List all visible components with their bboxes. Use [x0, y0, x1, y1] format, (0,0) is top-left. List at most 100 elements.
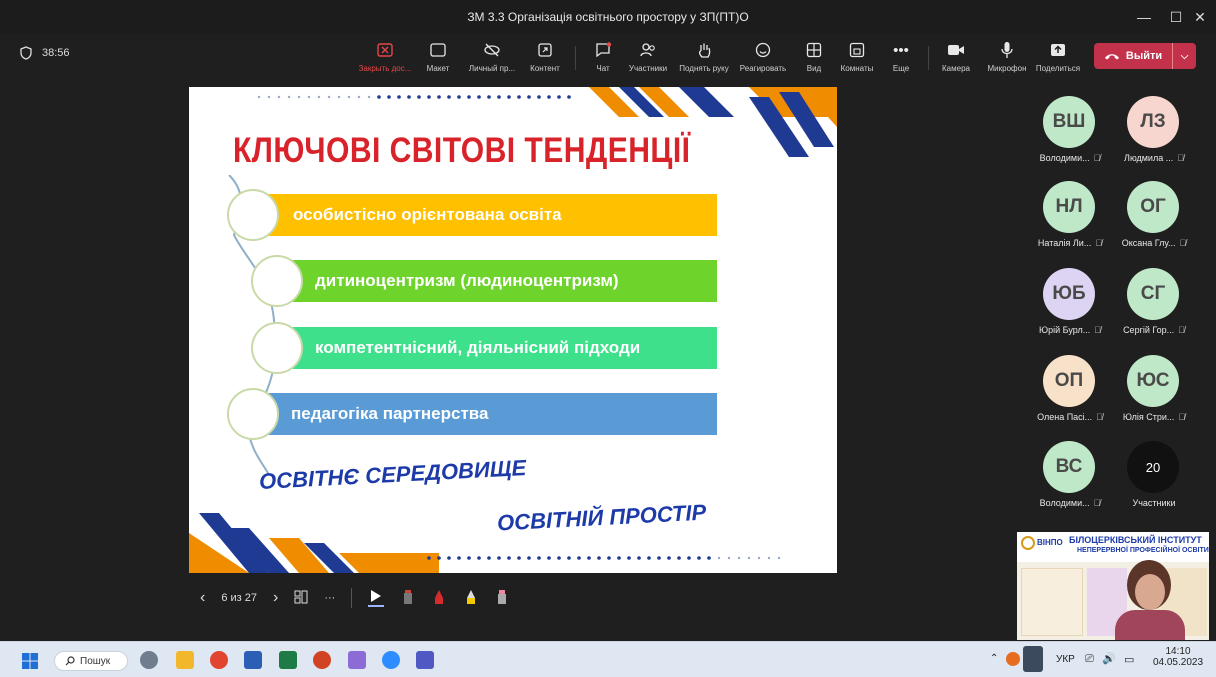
close-window-button[interactable]: ✕ — [1182, 0, 1216, 34]
participant-name: Володими... — [1039, 498, 1090, 508]
participant-tile[interactable]: ЛЗ Людмила ... 🎙̸ — [1112, 96, 1196, 170]
mic-off-icon: 🎙̸ — [1096, 412, 1103, 422]
participants-icon — [639, 40, 657, 60]
paint-icon[interactable] — [348, 651, 366, 669]
camera-icon — [947, 40, 965, 60]
marker-tool-icon[interactable] — [496, 589, 508, 608]
slide-heading: КЛЮЧОВІ СВІТОВІ ТЕНДЕНЦІЇ — [233, 131, 691, 170]
participants-button[interactable]: Участники — [618, 40, 678, 73]
search-icon — [65, 656, 75, 666]
stop-sharing-button[interactable]: Закрыть дос... — [355, 40, 415, 73]
grid-icon — [806, 40, 822, 60]
word-icon[interactable] — [244, 651, 262, 669]
participants-count: 20 — [1127, 441, 1179, 493]
content-icon — [537, 40, 553, 60]
chat-icon — [594, 40, 612, 60]
private-view-button[interactable]: Личный пр... — [462, 40, 522, 73]
participant-tile[interactable]: ОГ Оксана Глу... 🎙̸ — [1112, 181, 1196, 255]
rooms-icon — [849, 40, 865, 60]
speaker-face — [1135, 574, 1165, 610]
participant-name: Олена Пасі... — [1037, 412, 1093, 422]
mic-off-icon: 🎙̸ — [1178, 412, 1186, 422]
powerpoint-icon[interactable] — [313, 651, 331, 669]
eye-off-icon — [483, 40, 501, 60]
slide-more-icon[interactable]: ··· — [324, 592, 335, 604]
language-indicator[interactable]: УКР — [1056, 654, 1075, 665]
leave-main[interactable]: Выйти — [1094, 43, 1172, 69]
network-icon[interactable]: ⎚ — [1085, 653, 1094, 666]
mic-icon — [1000, 40, 1014, 60]
mic-off-icon: 🎙̸ — [1094, 325, 1101, 335]
layout-button[interactable]: Макет — [408, 40, 468, 73]
mic-tray-icon[interactable] — [1023, 646, 1043, 672]
speaker-body — [1115, 610, 1185, 640]
participant-tile[interactable]: ВШ Володими... 🎙̸ — [1028, 96, 1112, 170]
settings-icon[interactable] — [140, 651, 158, 669]
video-institute-line1: БІЛОЦЕРКІВСЬКИЙ ІНСТИТУТ — [1069, 535, 1202, 545]
speaker-video[interactable]: ВІНПО БІЛОЦЕРКІВСЬКИЙ ІНСТИТУТ НЕПЕРЕРВН… — [1017, 532, 1209, 640]
battery-icon[interactable]: ▭ — [1124, 653, 1134, 666]
more-button[interactable]: ••• Еще — [871, 40, 931, 74]
clock-date: 04.05.2023 — [1152, 657, 1204, 668]
participant-name: Оксана Глу... — [1121, 238, 1176, 248]
highlighter-tool-icon[interactable] — [464, 589, 478, 608]
participant-tile[interactable]: НЛ Наталія Ли... 🎙̸ — [1028, 181, 1112, 255]
participant-tile[interactable]: ЮС Юлія Стри... 🎙̸ — [1112, 355, 1196, 429]
chevron-up-icon[interactable]: ⌃ — [990, 653, 998, 664]
meeting-toolbar: 38:56 Закрыть дос... Макет Личный пр... … — [0, 34, 1216, 82]
share-icon — [1050, 40, 1066, 60]
windows-taskbar: Пошук ⌃ УКР ⎚ 🔊 ▭ 14:10 04.05.2023 — [0, 641, 1216, 677]
avatar: СГ — [1127, 268, 1179, 320]
chrome-icon[interactable] — [210, 651, 228, 669]
trend-circle — [227, 189, 279, 241]
file-explorer-icon[interactable] — [176, 651, 194, 669]
raise-hand-button[interactable]: Поднять руку — [674, 40, 734, 73]
zoom-icon[interactable] — [382, 651, 400, 669]
taskbar-search[interactable]: Пошук — [54, 651, 128, 671]
volume-icon[interactable]: 🔊 — [1102, 652, 1116, 665]
next-slide-button[interactable]: › — [273, 589, 278, 607]
trend-bar-4: педагогіка партнерства — [255, 393, 717, 435]
participant-tile[interactable]: ОП Олена Пасі... 🎙̸ — [1028, 355, 1112, 429]
participant-tile[interactable]: ВС Володими... 🎙̸ — [1028, 441, 1112, 515]
title-bar: ЗМ 3.3 Організація освітнього простору у… — [0, 0, 1216, 34]
mic-off-icon: 🎙̸ — [1179, 238, 1187, 248]
content-button[interactable]: Контент — [515, 40, 575, 73]
avatar: ЛЗ — [1127, 96, 1179, 148]
minimize-button[interactable]: — — [1126, 0, 1162, 34]
toolbar-divider — [351, 588, 353, 608]
pen-tool-icon[interactable] — [432, 589, 446, 608]
shared-slide: КЛЮЧОВІ СВІТОВІ ТЕНДЕНЦІЇ особистісно ор… — [189, 87, 837, 573]
participant-name: Юлія Стри... — [1122, 412, 1175, 422]
clock[interactable]: 14:10 04.05.2023 — [1150, 646, 1206, 668]
previous-slide-button[interactable]: ‹ — [200, 589, 205, 607]
participants-count-tile[interactable]: 20 Участники — [1112, 441, 1196, 515]
vinpo-logo-icon — [1021, 536, 1035, 550]
avatar: ОГ — [1127, 181, 1179, 233]
avatar: ВШ — [1043, 96, 1095, 148]
participant-name: Сергій Гор... — [1123, 325, 1175, 335]
leave-button[interactable]: Выйти ⌵ — [1094, 43, 1196, 69]
excel-icon[interactable] — [279, 651, 297, 669]
app-tray-icon[interactable] — [1006, 652, 1020, 666]
eraser-tool-icon[interactable] — [402, 589, 414, 608]
smile-icon — [755, 40, 771, 60]
participant-tile[interactable]: ЮБ Юрій Бурл... 🎙̸ — [1028, 268, 1112, 342]
mic-off-icon: 🎙̸ — [1178, 325, 1185, 335]
chevron-down-icon[interactable]: ⌵ — [1172, 43, 1196, 69]
meeting-window: ЗМ 3.3 Організація освітнього простору у… — [0, 0, 1216, 677]
meeting-timer: 38:56 — [20, 46, 70, 60]
trend-bar-2: дитиноцентризм (людиноцентризм) — [279, 260, 717, 302]
windows-start-icon[interactable] — [22, 653, 38, 674]
trend-circle — [251, 322, 303, 374]
slides-grid-icon[interactable] — [294, 590, 308, 607]
participant-name: Юрій Бурл... — [1039, 325, 1091, 335]
clock-time: 14:10 — [1165, 646, 1191, 657]
video-institute-line2: НЕПЕРЕРВНОЇ ПРОФЕСІЙНОЇ ОСВІТИ — [1077, 547, 1209, 554]
teams-icon[interactable] — [416, 651, 434, 669]
share-button[interactable]: Поделиться — [1028, 40, 1088, 73]
avatar: ОП — [1043, 355, 1095, 407]
participant-tile[interactable]: СГ Сергій Гор... 🎙̸ — [1112, 268, 1196, 342]
pointer-tool-icon[interactable] — [368, 589, 385, 607]
phone-hangup-icon — [1104, 54, 1119, 60]
